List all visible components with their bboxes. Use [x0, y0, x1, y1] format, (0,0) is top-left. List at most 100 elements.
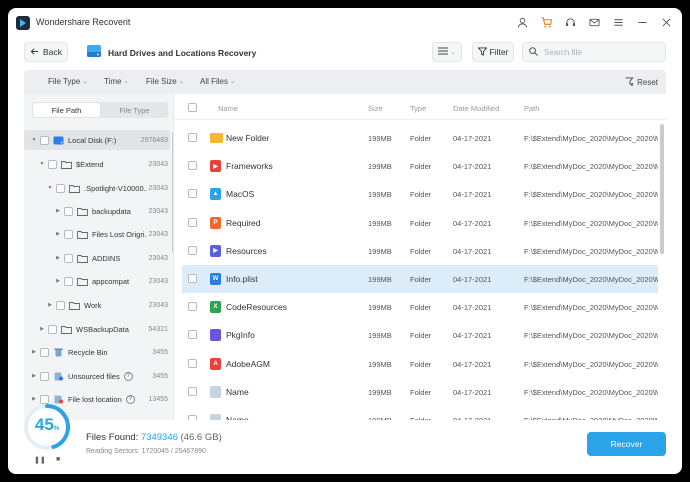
row-checkbox[interactable]: [188, 330, 197, 340]
tree-item-checkbox[interactable]: [56, 183, 65, 193]
tree-item[interactable]: ▶ appcompat 23043: [24, 271, 170, 291]
row-checkbox[interactable]: [188, 302, 197, 312]
caret-down-icon[interactable]: ▼: [30, 137, 38, 143]
caret-right-icon[interactable]: ▶: [54, 231, 62, 237]
tree-item-label: backupdata: [92, 206, 131, 216]
tree-item[interactable]: ▶ Work 23043: [24, 295, 170, 315]
cart-icon[interactable]: [540, 14, 552, 30]
table-row[interactable]: W Info.plist 199MB Folder 04-17-2021 F:\$Exte…: [182, 265, 658, 293]
search-box[interactable]: [522, 42, 666, 62]
caret-right-icon[interactable]: ▶: [38, 326, 46, 332]
reading-sectors: Reading Sectors: 1720045 / 25467890: [86, 448, 206, 455]
row-checkbox[interactable]: [188, 358, 197, 368]
file-size-dropdown[interactable]: File Size ⌄: [146, 77, 184, 86]
caret-right-icon[interactable]: ▶: [54, 255, 62, 261]
table-row[interactable]: ▶ Frameworks 199MB Folder 04-17-2021 F:\$Exte…: [182, 152, 658, 180]
tree-item[interactable]: ▼ .Spotlight-V10000... 23043: [24, 178, 170, 198]
row-checkbox[interactable]: [188, 274, 197, 283]
right-scrollbar[interactable]: [660, 124, 664, 254]
back-button[interactable]: Back: [24, 42, 68, 62]
tree-item[interactable]: ▶ Unsourced files? 3455: [24, 366, 170, 386]
pause-icon[interactable]: ❚❚: [34, 456, 46, 464]
user-icon[interactable]: [516, 14, 528, 30]
minimize-icon[interactable]: [636, 14, 648, 30]
tree-item-checkbox[interactable]: [40, 371, 49, 381]
file-path: F:\$Extend\MyDoc_2020\MyDoc_2020\M...: [524, 218, 658, 228]
table-row[interactable]: New Folder 199MB Folder 04-17-2021 F:\$Exten…: [182, 124, 658, 152]
column-size[interactable]: Size: [368, 104, 383, 113]
menu-icon[interactable]: [612, 14, 624, 30]
tree-item[interactable]: ▼ $Extend 23043: [24, 154, 170, 174]
column-name[interactable]: Name: [218, 104, 238, 113]
table-row[interactable]: Name199MBFolder04-17-2021F:\$Extend\MyDo…: [182, 378, 658, 406]
row-checkbox[interactable]: [188, 386, 197, 396]
tree-item-checkbox[interactable]: [48, 324, 57, 334]
folder-icon: [77, 207, 88, 216]
close-icon[interactable]: [660, 14, 672, 30]
file-date-modified: 04-17-2021: [453, 303, 492, 313]
tree-item-checkbox[interactable]: [64, 276, 73, 286]
view-mode-button[interactable]: ⌄: [432, 42, 462, 62]
table-row[interactable]: X CodeResources 199MB Folder 04-17-2021 F:\$E…: [182, 293, 658, 321]
row-checkbox[interactable]: [188, 245, 197, 255]
files-found: Files Found: 7349346 (46.6 GB): [86, 432, 222, 443]
column-path[interactable]: Path: [524, 104, 539, 113]
reset-button[interactable]: Reset: [625, 77, 658, 88]
row-checkbox[interactable]: [188, 161, 197, 171]
tree-item[interactable]: ▶ ADDINS 23043: [24, 248, 170, 268]
filter-button[interactable]: Filter: [472, 42, 514, 62]
caret-right-icon[interactable]: ▶: [30, 373, 38, 379]
column-date-modified[interactable]: Date Modified: [453, 104, 499, 113]
tab-file-path[interactable]: File Path: [33, 103, 100, 117]
stop-icon[interactable]: ■: [56, 456, 60, 463]
table-row[interactable]: A AdobeAGM 199MB Folder 04-17-2021 F:\$Extend…: [182, 350, 658, 378]
search-input[interactable]: [544, 47, 654, 57]
caret-right-icon[interactable]: ▶: [54, 208, 62, 214]
tree-item-checkbox[interactable]: [64, 206, 73, 216]
document-file-icon: [210, 329, 221, 342]
tree-item[interactable]: ▼ Local Disk (F:) 2976483: [24, 130, 170, 150]
file-type-dropdown[interactable]: File Type ⌄: [48, 77, 87, 86]
row-checkbox[interactable]: [188, 217, 197, 227]
caret-down-icon[interactable]: ▼: [46, 185, 54, 191]
help-icon[interactable]: ?: [123, 371, 133, 381]
table-row[interactable]: ▶ Resources 199MB Folder 04-17-2021 F:\$Exten…: [182, 237, 658, 265]
file-type: Folder: [410, 162, 432, 172]
tree-item-count: 23043: [148, 230, 168, 238]
table-row[interactable]: ▲ MacOS 199MB Folder 04-17-2021 F:\$Extend\My…: [182, 180, 658, 208]
filter-label: Filter: [489, 47, 509, 57]
caret-right-icon[interactable]: ▶: [54, 278, 62, 284]
tree-item-checkbox[interactable]: [64, 253, 73, 263]
tree-item-checkbox[interactable]: [40, 135, 49, 145]
recover-button[interactable]: Recover: [587, 432, 666, 456]
tree-item-count: 54321: [148, 325, 168, 333]
tree-item-checkbox[interactable]: [64, 229, 73, 239]
help-icon[interactable]: ?: [125, 394, 135, 404]
caret-right-icon[interactable]: ▶: [30, 349, 38, 355]
table-row[interactable]: Name199MBFolder04-17-2021F:\$Extend\MyDo…: [182, 406, 658, 420]
tree-item-checkbox[interactable]: [40, 347, 49, 357]
chevron-down-icon: ⌄: [450, 49, 456, 56]
headset-icon[interactable]: [564, 14, 576, 30]
caret-right-icon[interactable]: ▶: [46, 302, 54, 308]
tab-file-type[interactable]: File Type: [101, 102, 168, 118]
table-header: Name Size Type Date Modified Path: [174, 94, 666, 120]
mail-icon[interactable]: [588, 14, 600, 30]
column-type[interactable]: Type: [410, 104, 426, 113]
title-bar: Wondershare Recoverit: [8, 8, 682, 38]
all-files-dropdown[interactable]: All Files ⌄: [200, 77, 235, 86]
time-dropdown[interactable]: Time ⌄: [104, 77, 129, 86]
tree-item-checkbox[interactable]: [48, 159, 57, 169]
table-row[interactable]: P Required 199MB Folder 04-17-2021 F:\$Extend…: [182, 209, 658, 237]
tree-item-checkbox[interactable]: [56, 300, 65, 310]
tree-item[interactable]: ▶ WSBackupData 54321: [24, 319, 170, 339]
movie-file-icon: ▶: [210, 244, 221, 257]
tree-item[interactable]: ▶ backupdata 23043: [24, 201, 170, 221]
tree-item[interactable]: ▶ Files Lost Origri... 23043: [24, 224, 170, 244]
tree-item[interactable]: ▶ Recycle Bin 3455: [24, 342, 170, 362]
caret-down-icon[interactable]: ▼: [38, 161, 46, 167]
select-all-checkbox[interactable]: [188, 103, 197, 112]
table-row[interactable]: PkgInfo 199MB Folder 04-17-2021 F:\$Extend\M…: [182, 321, 658, 349]
row-checkbox[interactable]: [188, 189, 197, 199]
row-checkbox[interactable]: [188, 133, 197, 142]
